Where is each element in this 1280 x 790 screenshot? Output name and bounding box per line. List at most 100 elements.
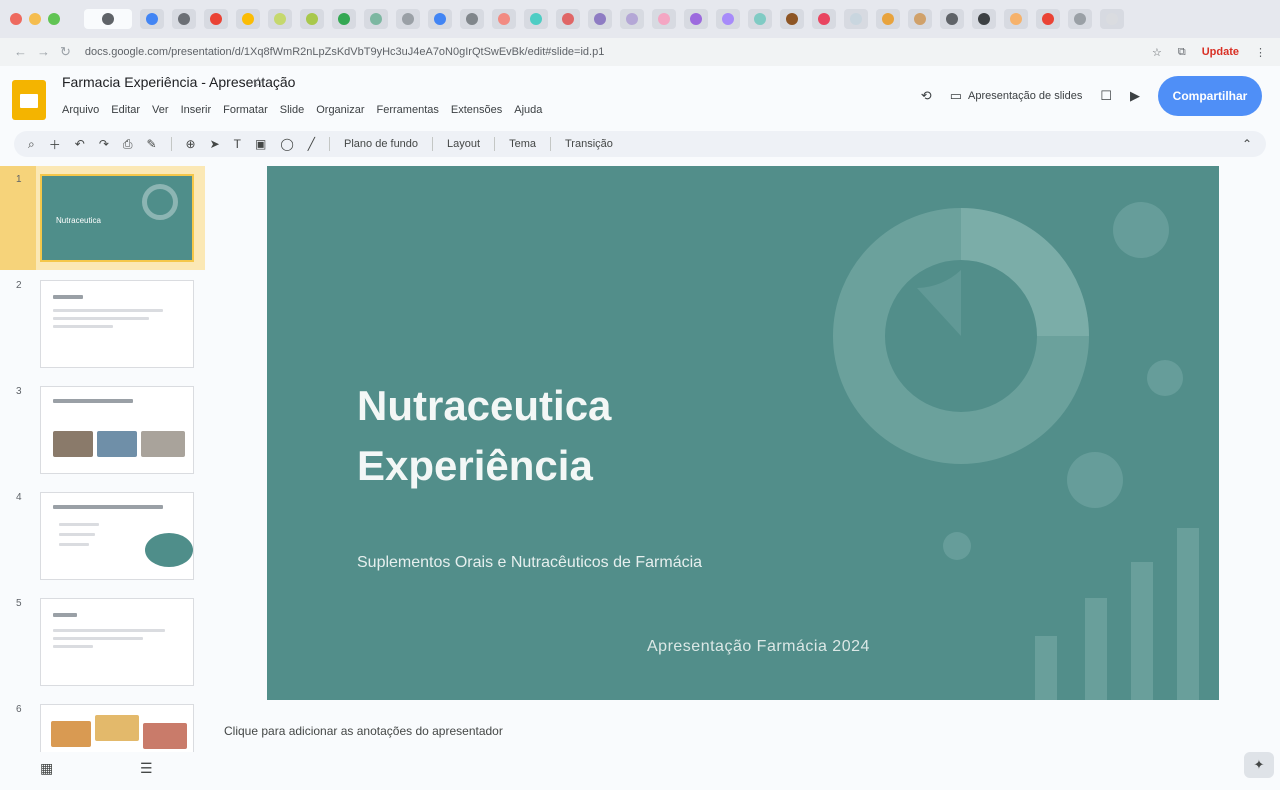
transition-button[interactable]: Transição: [565, 138, 613, 150]
back-arrow-icon[interactable]: ←: [14, 44, 27, 60]
tab-favicon-icon: [850, 13, 862, 25]
puzzle-icon[interactable]: ⧉: [1178, 46, 1186, 59]
browser-tab[interactable]: [396, 9, 420, 29]
browser-tab[interactable]: [1004, 9, 1028, 29]
filmstrip-slide-3[interactable]: 3: [0, 378, 205, 482]
browser-tab[interactable]: [140, 9, 164, 29]
grid-view-icon[interactable]: ▦: [40, 760, 53, 777]
browser-tabs: [84, 9, 1124, 29]
current-slide[interactable]: Nutraceutica Experiência Suplementos Ora…: [267, 166, 1219, 700]
tab-favicon-icon: [946, 13, 958, 25]
explore-icon[interactable]: ✦: [1244, 752, 1274, 778]
menu-item-ferramentas[interactable]: Ferramentas: [377, 104, 439, 116]
browser-tab[interactable]: [300, 9, 324, 29]
print-icon[interactable]: ⎙: [123, 137, 133, 152]
browser-tab[interactable]: [1036, 9, 1060, 29]
forward-arrow-icon[interactable]: →: [37, 44, 50, 60]
menu-item-arquivo[interactable]: Arquivo: [62, 104, 99, 116]
browser-tab-strip: [0, 0, 1280, 38]
image-icon[interactable]: ▣: [255, 137, 266, 151]
slide-number: 1: [16, 174, 22, 185]
browser-tab[interactable]: [364, 9, 388, 29]
menu-item-ajuda[interactable]: Ajuda: [514, 104, 542, 116]
background-button[interactable]: Plano de fundo: [344, 138, 418, 150]
speaker-notes[interactable]: Clique para adicionar as anotações do ap…: [224, 724, 503, 738]
browser-tab[interactable]: [332, 9, 356, 29]
filmstrip-slide-5[interactable]: 5: [0, 590, 205, 694]
browser-tab[interactable]: [524, 9, 548, 29]
browser-tab[interactable]: [172, 9, 196, 29]
filmstrip-slide-4[interactable]: 4: [0, 484, 205, 588]
text-box-icon[interactable]: T: [234, 137, 241, 151]
minimize-window-button[interactable]: [29, 13, 41, 25]
slide-thumbnail: [40, 386, 194, 474]
line-icon[interactable]: ╱: [308, 137, 315, 151]
redo-icon[interactable]: ↷: [99, 137, 109, 151]
update-button[interactable]: Update: [1202, 46, 1239, 58]
browser-tab[interactable]: [84, 9, 132, 29]
slide-title[interactable]: Nutraceutica Experiência: [357, 376, 611, 496]
shape-icon[interactable]: ◯: [280, 137, 293, 151]
meet-button[interactable]: ▶: [1130, 88, 1140, 104]
browser-tab[interactable]: [236, 9, 260, 29]
browser-tab[interactable]: [268, 9, 292, 29]
browser-tab[interactable]: [844, 9, 868, 29]
thumbnail-heading: [53, 505, 163, 509]
theme-button[interactable]: Tema: [509, 138, 536, 150]
bookmark-star-icon[interactable]: ☆: [1152, 46, 1162, 59]
browser-tab[interactable]: [940, 9, 964, 29]
tab-favicon-icon: [338, 13, 350, 25]
reload-icon[interactable]: ↻: [60, 44, 71, 60]
menu-item-formatar[interactable]: Formatar: [223, 104, 268, 116]
menu-item-ver[interactable]: Ver: [152, 104, 169, 116]
slide-footer-text[interactable]: Apresentação Farmácia 2024: [647, 638, 870, 656]
browser-tab[interactable]: [588, 9, 612, 29]
menu-item-organizar[interactable]: Organizar: [316, 104, 364, 116]
layout-button[interactable]: Layout: [447, 138, 480, 150]
history-button[interactable]: ⟲: [921, 88, 932, 104]
browser-tab[interactable]: [684, 9, 708, 29]
browser-tab[interactable]: [972, 9, 996, 29]
browser-tab[interactable]: [748, 9, 772, 29]
search-menus-icon[interactable]: ⌕: [28, 137, 35, 152]
maximize-window-button[interactable]: [48, 13, 60, 25]
menu-item-extensoes[interactable]: Extensões: [451, 104, 502, 116]
slides-logo-icon[interactable]: [12, 80, 46, 120]
menu-item-editar[interactable]: Editar: [111, 104, 140, 116]
new-slide-icon[interactable]: ＋: [49, 136, 61, 153]
browser-tab[interactable]: [428, 9, 452, 29]
filmstrip-slide-1[interactable]: 1 Nutraceutica: [0, 166, 205, 270]
comments-button[interactable]: ☐: [1100, 88, 1112, 104]
browser-tab[interactable]: [620, 9, 644, 29]
chevron-up-icon[interactable]: ⌃: [1242, 137, 1252, 151]
menu-item-inserir[interactable]: Inserir: [181, 104, 212, 116]
zoom-icon[interactable]: ⊕: [186, 137, 196, 151]
browser-tab[interactable]: [652, 9, 676, 29]
filmstrip-view-icon[interactable]: ☰: [140, 760, 153, 777]
browser-tab[interactable]: [716, 9, 740, 29]
menu-item-slide[interactable]: Slide: [280, 104, 304, 116]
slide-subtitle[interactable]: Suplementos Orais e Nutracêuticos de Far…: [357, 554, 702, 572]
select-cursor-icon[interactable]: ➤: [210, 137, 220, 151]
filmstrip-slide-2[interactable]: 2: [0, 272, 205, 376]
browser-tab[interactable]: [876, 9, 900, 29]
browser-tab[interactable]: [556, 9, 580, 29]
close-window-button[interactable]: [10, 13, 22, 25]
undo-icon[interactable]: ↶: [75, 137, 85, 151]
browser-tab[interactable]: [908, 9, 932, 29]
browser-tab[interactable]: [204, 9, 228, 29]
browser-tab[interactable]: [1068, 9, 1092, 29]
url-field[interactable]: docs.google.com/presentation/d/1Xq8fWmR2…: [85, 43, 685, 61]
share-button[interactable]: Compartilhar: [1158, 76, 1262, 116]
paint-format-icon[interactable]: ✎: [146, 137, 156, 151]
slideshow-button[interactable]: ▭ Apresentação de slides: [950, 88, 1083, 104]
browser-tab[interactable]: [460, 9, 484, 29]
star-icon[interactable]: ☆: [252, 74, 265, 91]
tab-favicon-icon: [562, 13, 574, 25]
browser-menu-icon[interactable]: ⋮: [1255, 46, 1266, 59]
browser-tab[interactable]: [492, 9, 516, 29]
browser-tab[interactable]: [812, 9, 836, 29]
thumbnail-text-line: [53, 637, 143, 640]
browser-tab[interactable]: [780, 9, 804, 29]
browser-tab[interactable]: [1100, 9, 1124, 29]
